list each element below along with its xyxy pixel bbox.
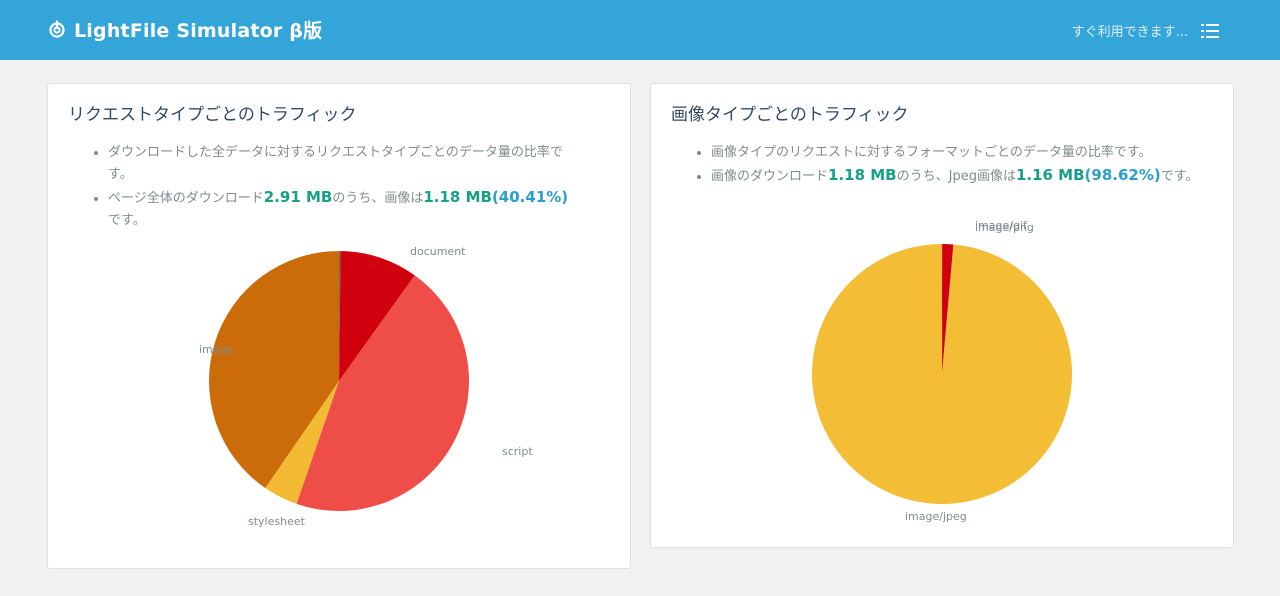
jpeg-ratio: (98.62%) (1084, 166, 1161, 184)
note-item: ページ全体のダウンロード2.91 MBのうち、画像は1.18 MB(40.41%… (108, 186, 578, 232)
request-type-card: リクエストタイプごとのトラフィック ダウンロードした全データに対するリクエストタ… (47, 83, 631, 569)
app-title: LightFile Simulator β版 (74, 19, 323, 42)
pie-label-stylesheet: stylesheet (248, 515, 306, 528)
image-size: 1.18 MB (828, 166, 897, 184)
image-ratio: (40.41%) (491, 188, 569, 206)
image-size: 1.18 MB (423, 188, 492, 206)
pie-label-script: script (502, 445, 533, 458)
note-item: 画像のダウンロード1.18 MBのうち、Jpeg画像は1.16 MB(98.62… (711, 164, 1201, 188)
image-type-pie-chart: image/gifimage/pngimage/jpeg (812, 219, 1072, 523)
notes-list: ダウンロードした全データに対するリクエストタイプごとのデータ量の比率です。 ペー… (88, 142, 578, 232)
jpeg-size: 1.16 MB (1015, 166, 1085, 184)
note-item: 画像タイプのリクエストに対するフォーマットごとのデータ量の比率です。 (711, 142, 1201, 164)
top-bar: LightFile Simulator β版 すぐ利用できます... (0, 0, 1280, 60)
brand[interactable]: LightFile Simulator β版 (48, 14, 322, 44)
total-size: 2.91 MB (263, 188, 333, 206)
notes-list: 画像タイプのリクエストに対するフォーマットごとのデータ量の比率です。 画像のダウ… (691, 142, 1201, 188)
card-title: 画像タイプごとのトラフィック (671, 105, 909, 125)
pie-slice-image-jpeg[interactable] (812, 244, 1072, 505)
card-title: リクエストタイプごとのトラフィック (68, 105, 357, 125)
image-type-card: 画像タイプごとのトラフィック 画像タイプのリクエストに対するフォーマットごとのデ… (650, 83, 1234, 548)
pie-label-image-jpeg: image/jpeg (905, 510, 967, 523)
list-icon[interactable] (1199, 22, 1221, 40)
pie-label-document: document (410, 245, 466, 258)
power-icon (49, 20, 65, 38)
pie-label-image-png: image/png (975, 221, 1034, 234)
request-type-pie-chart: font document script stylesheet image (199, 234, 533, 528)
status-text: すぐ利用できます... (1071, 25, 1188, 40)
note-item: ダウンロードした全データに対するリクエストタイプごとのデータ量の比率です。 (108, 142, 578, 186)
pie-label-font: font (337, 234, 360, 235)
pie-label-image: image (199, 343, 233, 356)
